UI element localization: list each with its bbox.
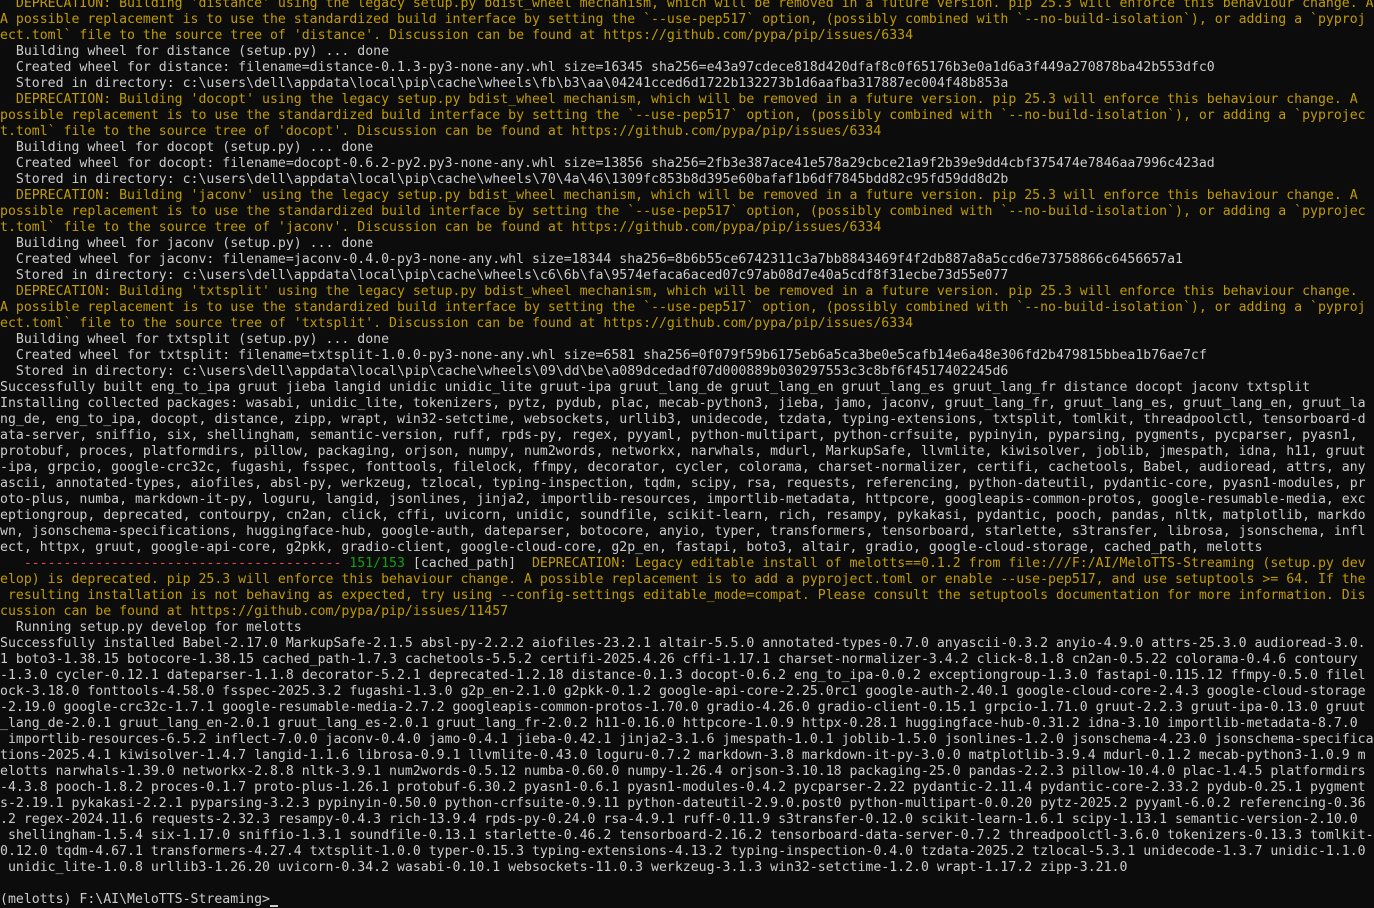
progress-line: ----------------------------------------…	[0, 556, 1374, 572]
output-line: Created wheel for txtsplit: filename=txt…	[0, 348, 1207, 363]
warning-line: DEPRECATION: Building 'distance' using t…	[0, 0, 1374, 11]
output-line: Created wheel for jaconv: filename=jacon…	[0, 252, 1183, 267]
terminal-window[interactable]: DEPRECATION: Building 'distance' using t…	[0, 0, 1374, 908]
output-line: Running setup.py develop for melotts	[0, 620, 302, 635]
output-line: Stored in directory: c:\users\dell\appda…	[0, 76, 1009, 91]
output-line: Successfully installed Babel-2.17.0 Mark…	[0, 636, 1366, 651]
output-line: Successfully built eng_to_ipa gruut jieb…	[0, 380, 1311, 395]
output-line: Installing collected packages: wasabi, u…	[0, 396, 1366, 411]
warning-line: resulting installation is not behaving a…	[0, 588, 1366, 603]
progress-count: 151/153	[341, 556, 405, 571]
output-line: .2 regex-2024.11.6 requests-2.32.3 resam…	[0, 812, 1358, 827]
output-line: -4.3.8 pooch-1.8.2 proces-0.1.7 proto-pl…	[0, 780, 1366, 795]
warning-line: A possible replacement is to use the sta…	[0, 12, 1366, 27]
output-line: eptiongroup, deprecated, contourpy, cn2a…	[0, 508, 1366, 523]
output-line: Stored in directory: c:\users\dell\appda…	[0, 268, 1009, 283]
output-line: -2.19.0 google-crc32c-1.7.1 google-resum…	[0, 700, 1366, 715]
output-line: -1.3.0 cycler-0.12.1 dateparser-1.1.8 de…	[0, 668, 1366, 683]
output-line: s-2.19.1 pykakasi-2.2.1 pyparsing-3.2.3 …	[0, 796, 1366, 811]
output-line: ata-server, sniffio, six, shellingham, s…	[0, 428, 1358, 443]
output-line: elotts narwhals-1.39.0 networkx-2.8.8 nl…	[0, 764, 1366, 779]
warning-line: possible replacement is to use the stand…	[0, 204, 1366, 219]
warning-line: DEPRECATION: Building 'jaconv' using the…	[0, 188, 1358, 203]
output-line: wn, jsonschema-specifications, huggingfa…	[0, 524, 1366, 539]
output-line: protobuf, proces, platformdirs, pillow, …	[0, 444, 1366, 459]
output-line: ock-3.18.0 fonttools-4.58.0 fsspec-2025.…	[0, 684, 1366, 699]
output-line: ect, httpx, gruut, google-api-core, g2pk…	[0, 540, 1263, 555]
output-line: Building wheel for docopt (setup.py) ...…	[0, 140, 374, 155]
warning-line: elop) is deprecated. pip 25.3 will enfor…	[0, 572, 1366, 587]
terminal-output: DEPRECATION: Building 'distance' using t…	[0, 0, 1374, 908]
output-line: Building wheel for distance (setup.py) .…	[0, 44, 390, 59]
progress-bar: ----------------------------------------	[0, 556, 342, 571]
command-prompt[interactable]: (melotts) F:\AI\MeloTTS-Streaming>	[0, 892, 1374, 908]
output-line: Created wheel for distance: filename=dis…	[0, 60, 1215, 75]
output-line: shellingham-1.5.4 six-1.17.0 sniffio-1.3…	[0, 828, 1374, 843]
output-line: 0.12.0 tqdm-4.67.1 transformers-4.27.4 t…	[0, 844, 1366, 859]
warning-line: possible replacement is to use the stand…	[0, 108, 1366, 123]
warning-line: A possible replacement is to use the sta…	[0, 300, 1366, 315]
warning-line: t.toml` file to the source tree of 'jaco…	[0, 220, 882, 235]
text-cursor	[269, 905, 278, 907]
progress-package: [cached_path]	[404, 556, 517, 571]
output-line: importlib-resources-6.5.2 inflect-7.0.0 …	[0, 732, 1374, 747]
output-line: tions-2025.4.1 kiwisolver-1.4.7 langid-1…	[0, 748, 1366, 763]
warning-line: DEPRECATION: Building 'docopt' using the…	[0, 92, 1358, 107]
output-line: 1 boto3-1.38.15 botocore-1.38.15 cached_…	[0, 652, 1358, 667]
warning-line: cussion can be found at https://github.c…	[0, 604, 509, 619]
output-line: Building wheel for txtsplit (setup.py) .…	[0, 332, 390, 347]
output-line: ascii, annotated-types, aiofiles, absl-p…	[0, 476, 1366, 491]
output-line: Stored in directory: c:\users\dell\appda…	[0, 172, 1009, 187]
output-line: unidic_lite-1.0.8 urllib3-1.26.20 uvicor…	[0, 860, 1128, 875]
warning-line: t.toml` file to the source tree of 'doco…	[0, 124, 882, 139]
warning-line: ect.toml` file to the source tree of 'tx…	[0, 316, 914, 331]
output-line: -ipa, grpcio, google-crc32c, fugashi, fs…	[0, 460, 1366, 475]
output-line: Created wheel for docopt: filename=docop…	[0, 156, 1215, 171]
output-line: Building wheel for jaconv (setup.py) ...…	[0, 236, 374, 251]
output-line: oto-plus, numba, markdown-it-py, loguru,…	[0, 492, 1366, 507]
warning-line: DEPRECATION: Building 'txtsplit' using t…	[0, 284, 1358, 299]
prompt-text: (melotts) F:\AI\MeloTTS-Streaming>	[0, 892, 270, 907]
output-line: ng_de, eng_to_ipa, docopt, distance, zip…	[0, 412, 1366, 427]
output-line: _lang_de-2.0.1 gruut_lang_en-2.0.1 gruut…	[0, 716, 1358, 731]
output-line: Stored in directory: c:\users\dell\appda…	[0, 364, 1009, 379]
warning-line: ect.toml` file to the source tree of 'di…	[0, 28, 914, 43]
progress-message: DEPRECATION: Legacy editable install of …	[516, 556, 1366, 571]
